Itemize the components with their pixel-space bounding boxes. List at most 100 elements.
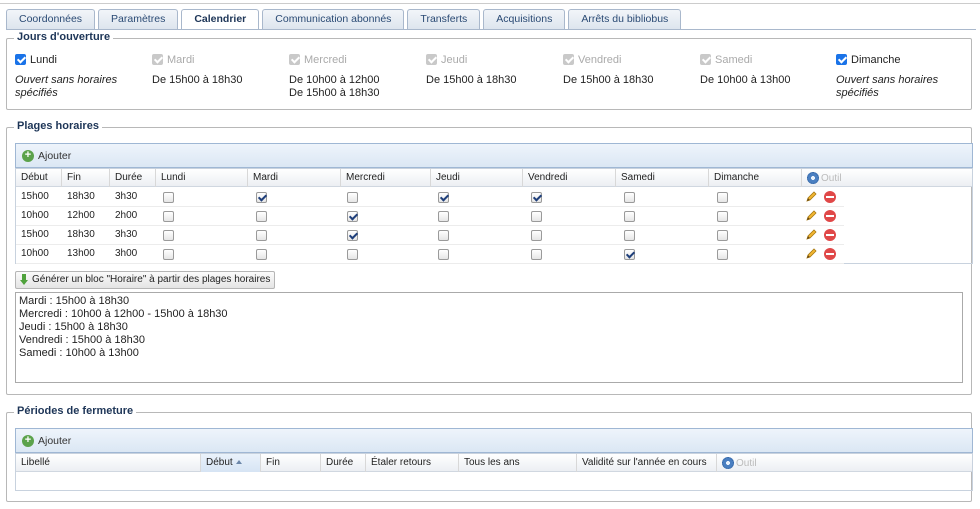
slot-day-checkbox-mardi[interactable] — [256, 249, 267, 260]
gear-icon — [722, 457, 734, 469]
time-slots-col-2[interactable]: Durée — [110, 169, 156, 187]
day-column-mardi: Mardi De 15h00 à 18h30 — [152, 52, 282, 87]
minus-circle-icon[interactable] — [824, 229, 836, 241]
time-slots-col-3[interactable]: Lundi — [156, 169, 248, 187]
plus-circle-icon: + — [22, 149, 34, 162]
slot-day-checkbox-mercredi[interactable] — [347, 211, 358, 222]
time-slots-col-6[interactable]: Jeudi — [431, 169, 523, 187]
time-slots-col-5[interactable]: Mercredi — [341, 169, 431, 187]
time-slots-col-0[interactable]: Début — [16, 169, 62, 187]
closures-col-label: Validité sur l'année en cours — [582, 457, 707, 468]
day-checkbox-dimanche[interactable] — [836, 54, 847, 65]
tab-5[interactable]: Acquisitions — [483, 9, 566, 29]
pencil-icon[interactable] — [805, 210, 817, 222]
tab-3[interactable]: Communication abonnés — [262, 9, 405, 29]
slot-day-checkbox-dimanche[interactable] — [717, 192, 728, 203]
time-slots-col-4[interactable]: Mardi — [248, 169, 341, 187]
slot-day-checkbox-samedi[interactable] — [624, 211, 635, 222]
day-label: Mercredi — [304, 53, 347, 66]
slot-day-checkbox-dimanche[interactable] — [717, 230, 728, 241]
closures-col-1[interactable]: Début — [201, 454, 261, 472]
slot-day-checkbox-samedi[interactable] — [624, 230, 635, 241]
closures-tools-header[interactable]: Outil — [717, 454, 974, 472]
sort-ascending-icon — [235, 460, 242, 465]
time-slots-col-8[interactable]: Samedi — [616, 169, 709, 187]
slot-day-checkbox-samedi[interactable] — [624, 192, 635, 203]
slot-day-checkbox-jeudi[interactable] — [438, 192, 449, 203]
minus-circle-icon[interactable] — [824, 191, 836, 203]
pencil-icon[interactable] — [805, 248, 817, 260]
minus-circle-icon[interactable] — [824, 248, 836, 260]
day-header: Samedi — [700, 52, 830, 67]
time-slots-tools-header[interactable]: Outil — [802, 169, 974, 187]
slot-day-checkbox-lundi[interactable] — [163, 230, 174, 241]
tools-label: Outil — [736, 457, 757, 469]
slot-day-checkbox-mercredi[interactable] — [347, 192, 358, 203]
slot-day-checkbox-jeudi[interactable] — [438, 249, 449, 260]
tab-1[interactable]: Paramètres — [98, 9, 179, 29]
day-header: Mercredi — [289, 52, 419, 67]
day-hours-line: Ouvert sans horaires — [836, 74, 939, 86]
day-column-jeudi: Jeudi De 15h00 à 18h30 — [426, 52, 556, 87]
closures-col-3[interactable]: Durée — [321, 454, 366, 472]
slot-day-checkbox-vendredi[interactable] — [531, 211, 542, 222]
minus-circle-icon[interactable] — [824, 210, 836, 222]
day-header: Vendredi — [563, 52, 693, 67]
day-hours: Ouvert sans horaires spécifiés — [836, 74, 966, 100]
closures-col-label: Début — [206, 457, 233, 468]
slot-day-checkbox-lundi[interactable] — [163, 211, 174, 222]
slot-day-checkbox-mardi[interactable] — [256, 230, 267, 241]
closures-col-6[interactable]: Validité sur l'année en cours — [577, 454, 717, 472]
tab-6[interactable]: Arrêts du bibliobus — [568, 9, 682, 29]
slot-day-checkbox-jeudi[interactable] — [438, 230, 449, 241]
day-checkbox-jeudi — [426, 54, 437, 65]
time-slots-grid: Début Fin Durée Lundi Mardi Mercredi Jeudi Vend… — [15, 168, 973, 264]
closures-col-label: Durée — [326, 457, 354, 468]
day-hours-line: De 10h00 à 12h00 — [289, 74, 380, 86]
generate-hours-block-button[interactable]: Générer un bloc "Horaire" à partir des p… — [15, 271, 276, 289]
tab-2[interactable]: Calendrier — [181, 9, 260, 30]
closures-col-4[interactable]: Étaler retours — [366, 454, 459, 472]
table-row: 10h00 13h00 3h00 — [16, 245, 844, 264]
closures-col-0[interactable]: Libellé — [16, 454, 201, 472]
generated-hours-textarea[interactable]: Mardi : 15h00 à 18h30 Mercredi : 10h00 à… — [15, 292, 963, 383]
add-closure-button[interactable]: + Ajouter — [22, 434, 71, 447]
cell-start: 15h00 — [21, 229, 49, 240]
cell-start: 10h00 — [21, 248, 49, 259]
day-header: Mardi — [152, 52, 282, 67]
closures-col-label: Fin — [266, 457, 280, 468]
tab-4[interactable]: Transferts — [407, 9, 481, 29]
tab-0[interactable]: Coordonnées — [6, 9, 96, 29]
closures-col-2[interactable]: Fin — [261, 454, 321, 472]
slot-day-checkbox-vendredi[interactable] — [531, 249, 542, 260]
closures-col-5[interactable]: Tous les ans — [459, 454, 577, 472]
day-hours: De 15h00 à 18h30 — [152, 74, 282, 87]
time-slots-col-7[interactable]: Vendredi — [523, 169, 616, 187]
slot-day-checkbox-mercredi[interactable] — [347, 230, 358, 241]
cell-duration: 2h00 — [115, 210, 138, 221]
slot-day-checkbox-mercredi[interactable] — [347, 249, 358, 260]
closures-col-label: Tous les ans — [464, 457, 520, 468]
pencil-icon[interactable] — [805, 229, 817, 241]
day-hours-line: De 15h00 à 18h30 — [152, 74, 243, 86]
slot-day-checkbox-samedi[interactable] — [624, 249, 635, 260]
slot-day-checkbox-dimanche[interactable] — [717, 211, 728, 222]
slot-day-checkbox-lundi[interactable] — [163, 192, 174, 203]
pencil-icon[interactable] — [805, 191, 817, 203]
add-time-slot-button[interactable]: + Ajouter — [22, 149, 71, 162]
slot-day-checkbox-vendredi[interactable] — [531, 230, 542, 241]
slot-day-checkbox-jeudi[interactable] — [438, 211, 449, 222]
slot-day-checkbox-lundi[interactable] — [163, 249, 174, 260]
cell-end: 18h30 — [67, 191, 95, 202]
day-checkbox-vendredi — [563, 54, 574, 65]
time-slots-col-9[interactable]: Dimanche — [709, 169, 802, 187]
slot-day-checkbox-dimanche[interactable] — [717, 249, 728, 260]
slot-day-checkbox-mardi[interactable] — [256, 192, 267, 203]
cell-start: 10h00 — [21, 210, 49, 221]
day-checkbox-lundi[interactable] — [15, 54, 26, 65]
top-separator — [0, 3, 980, 4]
closures-col-label: Étaler retours — [371, 457, 432, 468]
time-slots-col-1[interactable]: Fin — [62, 169, 110, 187]
slot-day-checkbox-vendredi[interactable] — [531, 192, 542, 203]
slot-day-checkbox-mardi[interactable] — [256, 211, 267, 222]
